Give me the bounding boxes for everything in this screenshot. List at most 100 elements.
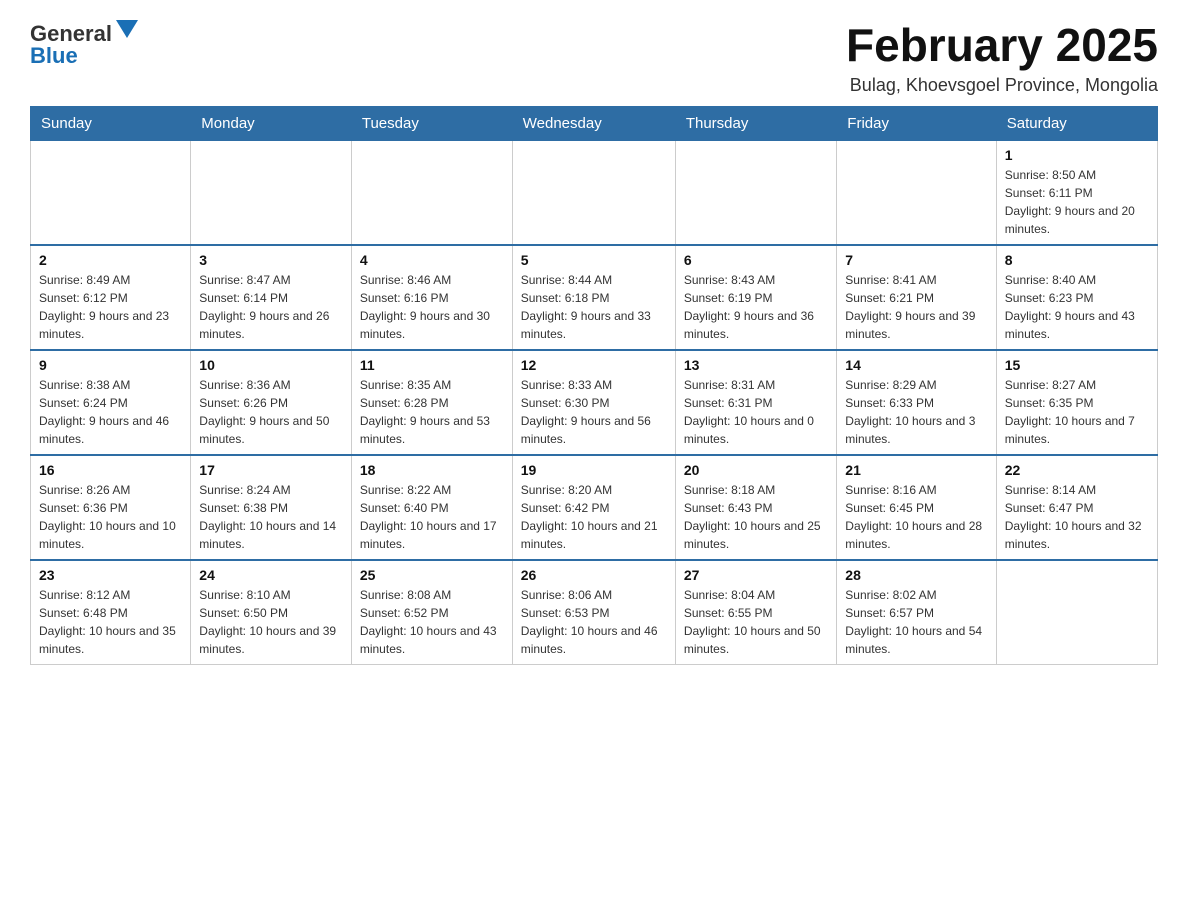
day-number: 9	[39, 357, 182, 373]
sunrise-text: Sunrise: 8:06 AM	[521, 586, 667, 604]
daylight-text: Daylight: 9 hours and 50 minutes.	[199, 412, 343, 448]
sunrise-text: Sunrise: 8:33 AM	[521, 376, 667, 394]
day-number: 13	[684, 357, 828, 373]
sunset-text: Sunset: 6:53 PM	[521, 604, 667, 622]
day-info: Sunrise: 8:36 AMSunset: 6:26 PMDaylight:…	[199, 376, 343, 448]
daylight-text: Daylight: 10 hours and 21 minutes.	[521, 517, 667, 553]
daylight-text: Daylight: 10 hours and 39 minutes.	[199, 622, 343, 658]
sunset-text: Sunset: 6:40 PM	[360, 499, 504, 517]
month-title: February 2025	[846, 20, 1158, 71]
day-number: 12	[521, 357, 667, 373]
day-number: 3	[199, 252, 343, 268]
daylight-text: Daylight: 10 hours and 7 minutes.	[1005, 412, 1149, 448]
day-info: Sunrise: 8:08 AMSunset: 6:52 PMDaylight:…	[360, 586, 504, 658]
table-row: 10Sunrise: 8:36 AMSunset: 6:26 PMDayligh…	[191, 350, 352, 455]
table-row	[996, 560, 1157, 665]
table-row	[512, 140, 675, 245]
table-row	[31, 140, 191, 245]
sunset-text: Sunset: 6:31 PM	[684, 394, 828, 412]
logo-blue: Blue	[30, 43, 78, 69]
table-row: 1Sunrise: 8:50 AMSunset: 6:11 PMDaylight…	[996, 140, 1157, 245]
day-info: Sunrise: 8:38 AMSunset: 6:24 PMDaylight:…	[39, 376, 182, 448]
daylight-text: Daylight: 9 hours and 26 minutes.	[199, 307, 343, 343]
table-row: 5Sunrise: 8:44 AMSunset: 6:18 PMDaylight…	[512, 245, 675, 350]
day-info: Sunrise: 8:46 AMSunset: 6:16 PMDaylight:…	[360, 271, 504, 343]
table-row: 8Sunrise: 8:40 AMSunset: 6:23 PMDaylight…	[996, 245, 1157, 350]
day-info: Sunrise: 8:18 AMSunset: 6:43 PMDaylight:…	[684, 481, 828, 553]
sunrise-text: Sunrise: 8:41 AM	[845, 271, 987, 289]
sunset-text: Sunset: 6:12 PM	[39, 289, 182, 307]
table-row: 26Sunrise: 8:06 AMSunset: 6:53 PMDayligh…	[512, 560, 675, 665]
day-info: Sunrise: 8:26 AMSunset: 6:36 PMDaylight:…	[39, 481, 182, 553]
sunset-text: Sunset: 6:35 PM	[1005, 394, 1149, 412]
table-row: 27Sunrise: 8:04 AMSunset: 6:55 PMDayligh…	[675, 560, 836, 665]
sunrise-text: Sunrise: 8:14 AM	[1005, 481, 1149, 499]
col-saturday: Saturday	[996, 106, 1157, 140]
day-number: 25	[360, 567, 504, 583]
sunset-text: Sunset: 6:55 PM	[684, 604, 828, 622]
day-info: Sunrise: 8:22 AMSunset: 6:40 PMDaylight:…	[360, 481, 504, 553]
daylight-text: Daylight: 10 hours and 35 minutes.	[39, 622, 182, 658]
page-header: General Blue February 2025 Bulag, Khoevs…	[30, 20, 1158, 96]
day-number: 4	[360, 252, 504, 268]
day-number: 20	[684, 462, 828, 478]
day-number: 17	[199, 462, 343, 478]
sunrise-text: Sunrise: 8:18 AM	[684, 481, 828, 499]
table-row: 7Sunrise: 8:41 AMSunset: 6:21 PMDaylight…	[837, 245, 996, 350]
daylight-text: Daylight: 10 hours and 54 minutes.	[845, 622, 987, 658]
sunrise-text: Sunrise: 8:10 AM	[199, 586, 343, 604]
col-thursday: Thursday	[675, 106, 836, 140]
sunset-text: Sunset: 6:36 PM	[39, 499, 182, 517]
calendar-week-row: 9 Sunrise: 8:38 AMSunset: 6:24 PMDaylight…	[31, 350, 1158, 455]
day-info: Sunrise: 8:31 AMSunset: 6:31 PMDaylight:…	[684, 376, 828, 448]
table-row: 28Sunrise: 8:02 AMSunset: 6:57 PMDayligh…	[837, 560, 996, 665]
day-info: Sunrise: 8:50 AMSunset: 6:11 PMDaylight:…	[1005, 166, 1149, 238]
table-row: 19Sunrise: 8:20 AMSunset: 6:42 PMDayligh…	[512, 455, 675, 560]
sunset-text: Sunset: 6:24 PM	[39, 394, 182, 412]
day-info: Sunrise: 8:27 AMSunset: 6:35 PMDaylight:…	[1005, 376, 1149, 448]
sunset-text: Sunset: 6:45 PM	[845, 499, 987, 517]
logo: General Blue	[30, 20, 136, 69]
sunset-text: Sunset: 6:43 PM	[684, 499, 828, 517]
table-row: 23Sunrise: 8:12 AMSunset: 6:48 PMDayligh…	[31, 560, 191, 665]
sunset-text: Sunset: 6:28 PM	[360, 394, 504, 412]
daylight-text: Daylight: 10 hours and 17 minutes.	[360, 517, 504, 553]
day-info: Sunrise: 8:02 AMSunset: 6:57 PMDaylight:…	[845, 586, 987, 658]
day-info: Sunrise: 8:43 AMSunset: 6:19 PMDaylight:…	[684, 271, 828, 343]
sunrise-text: Sunrise: 8:36 AM	[199, 376, 343, 394]
day-number: 18	[360, 462, 504, 478]
sunset-text: Sunset: 6:57 PM	[845, 604, 987, 622]
daylight-text: Daylight: 9 hours and 46 minutes.	[39, 412, 182, 448]
day-number: 14	[845, 357, 987, 373]
daylight-text: Daylight: 9 hours and 53 minutes.	[360, 412, 504, 448]
sunset-text: Sunset: 6:42 PM	[521, 499, 667, 517]
col-sunday: Sunday	[31, 106, 191, 140]
sunrise-text: Sunrise: 8:44 AM	[521, 271, 667, 289]
calendar-week-row: 2Sunrise: 8:49 AMSunset: 6:12 PMDaylight…	[31, 245, 1158, 350]
sunset-text: Sunset: 6:26 PM	[199, 394, 343, 412]
table-row: 3Sunrise: 8:47 AMSunset: 6:14 PMDaylight…	[191, 245, 352, 350]
table-row: 24Sunrise: 8:10 AMSunset: 6:50 PMDayligh…	[191, 560, 352, 665]
daylight-text: Daylight: 9 hours and 23 minutes.	[39, 307, 182, 343]
sunrise-text: Sunrise: 8:26 AM	[39, 481, 182, 499]
day-info: Sunrise: 8:12 AMSunset: 6:48 PMDaylight:…	[39, 586, 182, 658]
table-row: 21Sunrise: 8:16 AMSunset: 6:45 PMDayligh…	[837, 455, 996, 560]
sunset-text: Sunset: 6:14 PM	[199, 289, 343, 307]
calendar-week-row: 16Sunrise: 8:26 AMSunset: 6:36 PMDayligh…	[31, 455, 1158, 560]
title-section: February 2025 Bulag, Khoevsgoel Province…	[846, 20, 1158, 96]
col-wednesday: Wednesday	[512, 106, 675, 140]
daylight-text: Daylight: 10 hours and 3 minutes.	[845, 412, 987, 448]
daylight-text: Daylight: 9 hours and 39 minutes.	[845, 307, 987, 343]
sunrise-text: Sunrise: 8:27 AM	[1005, 376, 1149, 394]
daylight-text: Daylight: 9 hours and 20 minutes.	[1005, 202, 1149, 238]
col-tuesday: Tuesday	[351, 106, 512, 140]
day-info: Sunrise: 8:06 AMSunset: 6:53 PMDaylight:…	[521, 586, 667, 658]
day-info: Sunrise: 8:20 AMSunset: 6:42 PMDaylight:…	[521, 481, 667, 553]
calendar-week-row: 1Sunrise: 8:50 AMSunset: 6:11 PMDaylight…	[31, 140, 1158, 245]
day-number: 21	[845, 462, 987, 478]
sunrise-text: Sunrise: 8:43 AM	[684, 271, 828, 289]
sunset-text: Sunset: 6:11 PM	[1005, 184, 1149, 202]
sunrise-text: Sunrise: 8:02 AM	[845, 586, 987, 604]
calendar-header-row: Sunday Monday Tuesday Wednesday Thursday…	[31, 106, 1158, 140]
col-monday: Monday	[191, 106, 352, 140]
